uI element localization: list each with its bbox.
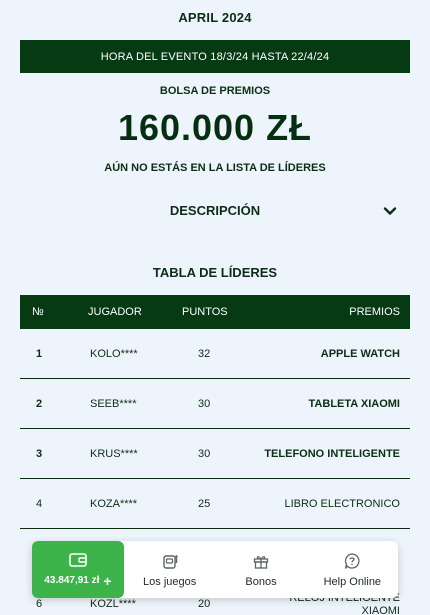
- prize-pool-label: BOLSA DE PREMIOS: [159, 85, 271, 97]
- nav-label-bonus: Bonos: [245, 575, 277, 588]
- row-player: KOLO****: [90, 347, 138, 360]
- column-header-prizes: PREMIOS: [349, 306, 400, 318]
- table-header: № JUGADOR PUNTOS PREMIOS: [20, 295, 410, 329]
- row-prize: TELEFONO INTELIGENTE: [264, 447, 400, 460]
- wallet-icon: [69, 553, 87, 567]
- leaderboard-table: № JUGADOR PUNTOS PREMIOS 1 KOLO**** 32 A…: [20, 295, 410, 529]
- table-row: 2 SEEB**** 30 TABLETA XIAOMI: [20, 379, 410, 429]
- column-header-rank: №: [32, 306, 44, 318]
- event-time-text: HORA DEL EVENTO 18/3/24 HASTA 22/4/24: [100, 50, 330, 63]
- row-prize: APPLE WATCH: [320, 347, 400, 360]
- column-header-player: JUGADOR: [88, 306, 142, 318]
- row-rank: 1: [36, 347, 43, 360]
- row-rank: 4: [36, 497, 43, 510]
- prize-pool-amount: 160.000 ZŁ: [117, 107, 313, 148]
- chevron-down-icon[interactable]: [383, 204, 397, 218]
- leaderboard-status: AÚN NO ESTÁS EN LA LISTA DE LÍDERES: [104, 162, 326, 174]
- row-player: KOZA****: [90, 497, 138, 510]
- row-rank: 2: [36, 397, 43, 410]
- row-points: 25: [198, 497, 211, 510]
- row-points: 30: [198, 447, 211, 460]
- nav-item-help[interactable]: Help Online: [307, 541, 398, 598]
- bottom-navigation: 43.847,91 zł + Los juegos Bonos Help Onl…: [32, 541, 398, 598]
- row-points: 30: [198, 397, 211, 410]
- wallet-balance: 43.847,91 zł +: [44, 574, 111, 588]
- table-row: 3 KRUS**** 30 TELEFONO INTELIGENTE: [20, 429, 410, 479]
- row-points: 20: [198, 598, 211, 610]
- help-chat-icon: [345, 552, 360, 569]
- table-row: 4 KOZA**** 25 LIBRO ELECTRONICO: [20, 479, 410, 529]
- wallet-button[interactable]: 43.847,91 zł +: [32, 541, 124, 598]
- leaderboard-title: TABLA DE LÍDERES: [152, 265, 278, 280]
- nav-item-bonus[interactable]: Bonos: [215, 541, 306, 598]
- wallet-amount: 43.847,91 zł: [44, 575, 100, 586]
- description-label: DESCRIPCIÓN: [169, 203, 261, 218]
- games-icon: [162, 554, 178, 569]
- row-rank: 3: [36, 447, 43, 460]
- row-player: SEEB****: [90, 397, 137, 410]
- event-time-banner: HORA DEL EVENTO 18/3/24 HASTA 22/4/24: [20, 40, 410, 73]
- deposit-plus-icon[interactable]: +: [103, 574, 111, 588]
- gift-icon: [253, 555, 269, 569]
- row-prize: TABLETA XIAOMI: [308, 397, 400, 410]
- page-title: APRIL 2024: [178, 10, 252, 25]
- description-toggle[interactable]: DESCRIPCIÓN: [0, 200, 430, 222]
- nav-item-games[interactable]: Los juegos: [124, 541, 215, 598]
- nav-label-games: Los juegos: [143, 575, 197, 588]
- table-row: 1 KOLO**** 32 APPLE WATCH: [20, 329, 410, 379]
- row-rank: 6: [36, 598, 43, 610]
- column-header-points: PUNTOS: [182, 306, 228, 318]
- nav-label-help: Help Online: [323, 575, 382, 588]
- row-player: KRUS****: [90, 447, 138, 460]
- row-prize: LIBRO ELECTRONICO: [284, 497, 400, 510]
- row-points: 32: [198, 347, 211, 360]
- row-player: KOZL****: [90, 598, 136, 610]
